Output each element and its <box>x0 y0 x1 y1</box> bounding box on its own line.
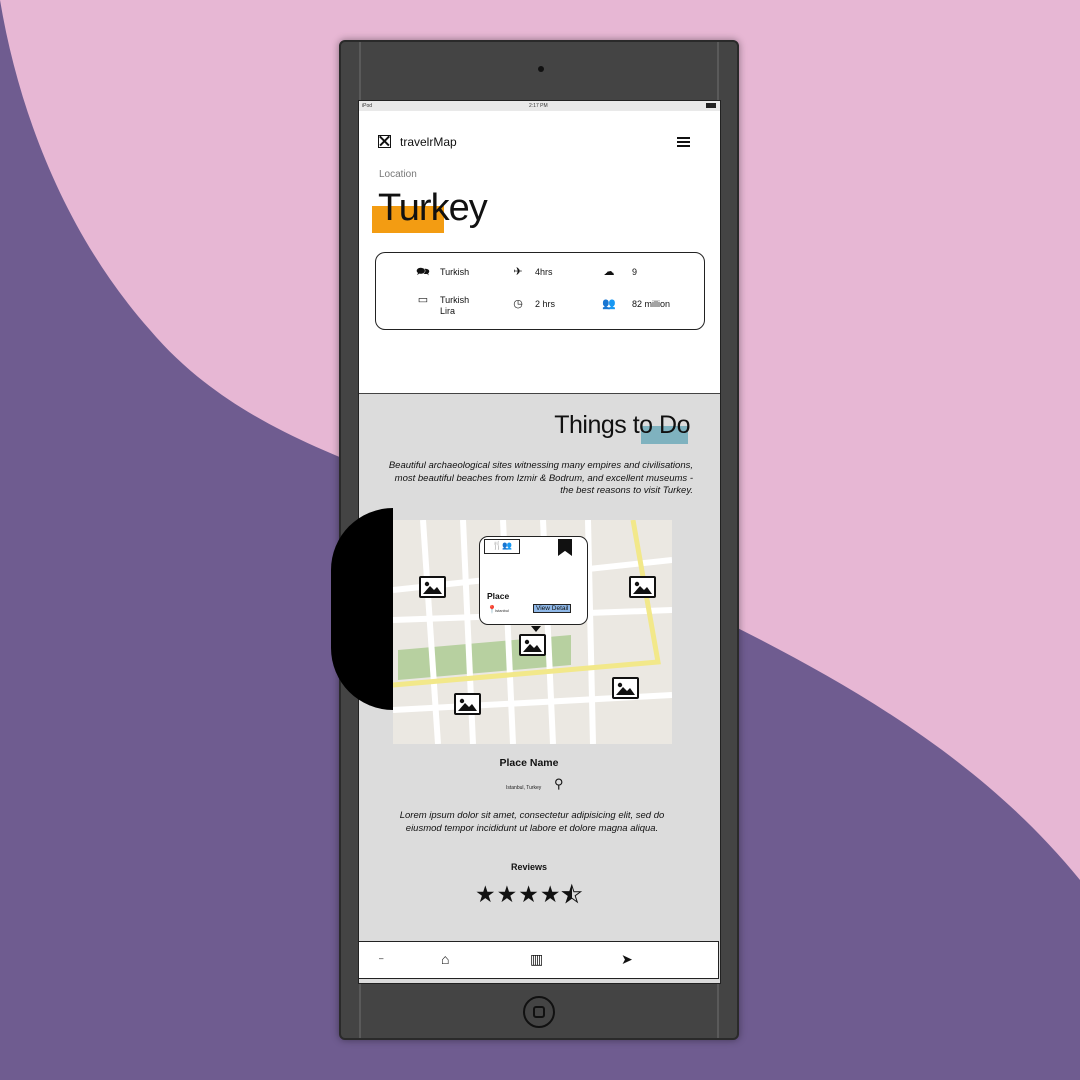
location-arrow-icon[interactable]: ➤ <box>621 951 633 968</box>
plane-icon: ✈ <box>513 266 523 278</box>
screen: iPod 2:17 PM travelrMap Location Turkey … <box>358 100 721 984</box>
image-placeholder-icon[interactable] <box>378 135 391 148</box>
status-device: iPod <box>362 103 373 109</box>
info-card: 🗪 Turkish ✈ 4hrs ☁ 9 ▭ Turkish Lira ◷ 2 … <box>375 252 705 330</box>
status-time: 2:17 PM <box>529 103 548 109</box>
people-icon: 👥 <box>602 298 616 310</box>
language-icon: 🗪 <box>416 266 430 278</box>
clock-icon: ◷ <box>513 298 523 310</box>
currency-icon: ▭ <box>417 294 429 306</box>
home-icon[interactable]: ⌂ <box>441 951 449 967</box>
battery-icon <box>706 103 716 108</box>
status-bar: iPod 2:17 PM <box>359 101 720 111</box>
app-name[interactable]: travelrMap <box>400 135 457 149</box>
location-label: Location <box>379 169 417 180</box>
location-header: travelrMap Location Turkey 🗪 Turkish ✈ 4… <box>359 111 720 394</box>
device-home-button[interactable] <box>523 996 555 1028</box>
map-icon[interactable]: ▥ <box>530 951 543 968</box>
bottom-nav: – ⌂ ▥ ➤ <box>358 941 719 979</box>
hamburger-icon[interactable] <box>677 137 690 147</box>
country-title: Turkey <box>378 187 488 229</box>
nav-dash: – <box>379 954 384 963</box>
weather-icon: ☁ <box>603 266 615 278</box>
tablet-device: iPod 2:17 PM travelrMap Location Turkey … <box>339 40 739 1040</box>
camera-dot <box>538 66 544 72</box>
